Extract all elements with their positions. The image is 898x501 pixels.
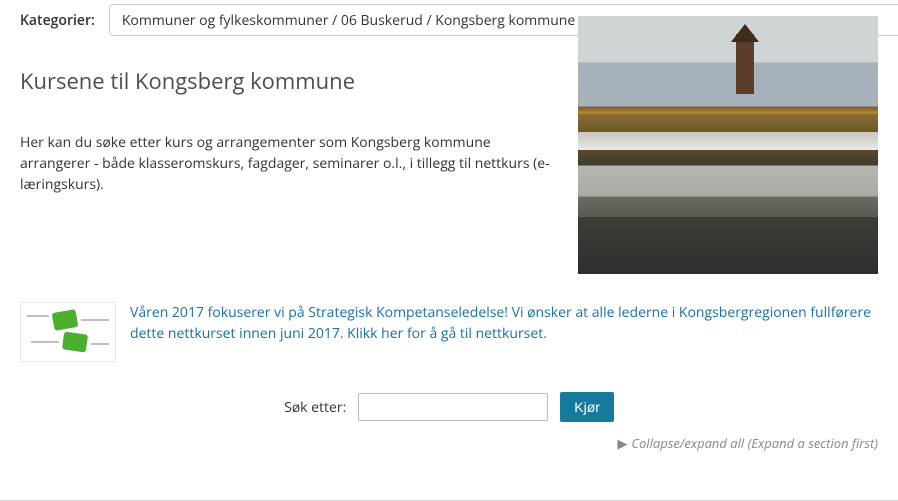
search-button[interactable]: Kjør bbox=[560, 392, 614, 422]
category-label: Kategorier: bbox=[20, 11, 95, 30]
search-label: Søk etter: bbox=[284, 398, 346, 417]
page-description: Her kan du søke etter kurs og arrangemen… bbox=[20, 132, 558, 195]
triangle-right-icon: ▶ bbox=[617, 434, 627, 452]
collapse-expand-label: Collapse/expand all (Expand a section fi… bbox=[631, 434, 878, 452]
highlight-link[interactable]: Våren 2017 fokuserer vi på Strategisk Ko… bbox=[130, 302, 878, 344]
search-input[interactable] bbox=[358, 393, 548, 421]
hero-image bbox=[578, 16, 878, 274]
highlight-thumbnail bbox=[20, 302, 116, 362]
page-title: Kursene til Kongsberg kommune bbox=[20, 66, 558, 96]
category-select-value: Kommuner og fylkeskommuner / 06 Buskerud… bbox=[122, 11, 575, 30]
collapse-expand-toggle[interactable]: ▶Collapse/expand all (Expand a section f… bbox=[0, 422, 898, 460]
